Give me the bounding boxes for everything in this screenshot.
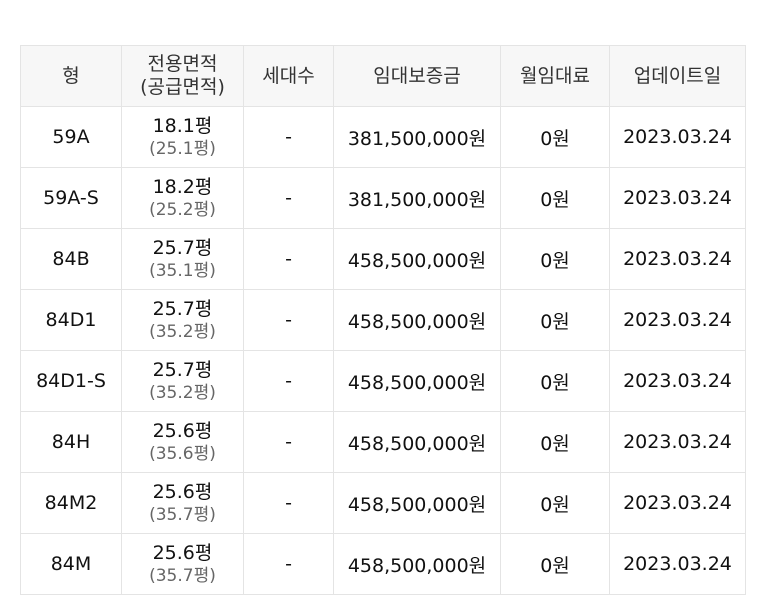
table-row: 84D1-S 25.7평 (35.2평) -458,500,000원 0원 2023.03… — [20, 350, 746, 412]
cell-type: 84H — [20, 411, 122, 473]
header-monthly-rent: 월임대료 — [500, 45, 610, 107]
cell-area: 25.7평 (35.1평) — [121, 228, 244, 290]
cell-area-exclusive: 25.6평 — [152, 480, 213, 503]
cell-area-supply: (25.2평) — [149, 199, 216, 220]
header-area-exclusive: 전용면적 — [147, 53, 218, 75]
cell-area-exclusive: 25.6평 — [152, 419, 213, 442]
header-area: 전용면적 (공급면적) — [121, 45, 244, 107]
cell-update-date: 2023.03.24 — [609, 533, 746, 595]
cell-area: 25.6평 (35.7평) — [121, 533, 244, 595]
table-row: 84M2 25.6평 (35.7평) -458,500,000원 0원 2023.03.2… — [20, 472, 746, 534]
cell-area-supply: (35.7평) — [149, 565, 216, 586]
cell-households: - — [243, 472, 334, 534]
cell-households: - — [243, 228, 334, 290]
table-row: 59A 18.1평 (25.1평) -381,500,000원 0원 2023.03.24 — [20, 106, 746, 168]
cell-type: 84B — [20, 228, 122, 290]
table-row: 84M 25.6평 (35.7평) -458,500,000원 0원 2023.03.24 — [20, 533, 746, 595]
cell-households: - — [243, 533, 334, 595]
header-row: 형 전용면적 (공급면적) 세대수 임대보증금 월임대료 업데이트일 — [20, 45, 746, 107]
cell-monthly-rent: 0원 — [500, 289, 610, 351]
cell-update-date: 2023.03.24 — [609, 167, 746, 229]
cell-area-supply: (35.1평) — [149, 260, 216, 281]
header-area-supply: (공급면적) — [140, 76, 225, 98]
cell-monthly-rent: 0원 — [500, 472, 610, 534]
cell-monthly-rent: 0원 — [500, 350, 610, 412]
cell-households: - — [243, 106, 334, 168]
cell-deposit: 458,500,000원 — [333, 472, 501, 534]
cell-area-supply: (35.2평) — [149, 321, 216, 342]
cell-deposit: 458,500,000원 — [333, 411, 501, 473]
cell-deposit: 381,500,000원 — [333, 106, 501, 168]
cell-area: 18.2평 (25.2평) — [121, 167, 244, 229]
header-update-date: 업데이트일 — [609, 45, 746, 107]
cell-area-exclusive: 25.7평 — [152, 236, 213, 259]
cell-monthly-rent: 0원 — [500, 228, 610, 290]
cell-area: 25.6평 (35.7평) — [121, 472, 244, 534]
cell-area-supply: (35.2평) — [149, 382, 216, 403]
rental-price-table-container: 형 전용면적 (공급면적) 세대수 임대보증금 월임대료 업데이트일 59A 18… — [20, 45, 746, 595]
table-row: 59A-S 18.2평 (25.2평) -381,500,000원 0원 2023.03.… — [20, 167, 746, 229]
cell-area-supply: (35.6평) — [149, 443, 216, 464]
table-header: 형 전용면적 (공급면적) 세대수 임대보증금 월임대료 업데이트일 — [20, 45, 746, 107]
cell-deposit: 458,500,000원 — [333, 289, 501, 351]
cell-area: 25.7평 (35.2평) — [121, 289, 244, 351]
cell-area-exclusive: 18.2평 — [152, 175, 213, 198]
cell-type: 84M2 — [20, 472, 122, 534]
cell-area: 18.1평 (25.1평) — [121, 106, 244, 168]
cell-update-date: 2023.03.24 — [609, 106, 746, 168]
cell-households: - — [243, 411, 334, 473]
cell-update-date: 2023.03.24 — [609, 350, 746, 412]
cell-area-supply: (35.7평) — [149, 504, 216, 525]
cell-deposit: 381,500,000원 — [333, 167, 501, 229]
cell-households: - — [243, 350, 334, 412]
cell-type: 84D1-S — [20, 350, 122, 412]
table-body: 59A 18.1평 (25.1평) -381,500,000원 0원 2023.03.24… — [20, 106, 746, 595]
cell-type: 84D1 — [20, 289, 122, 351]
cell-monthly-rent: 0원 — [500, 533, 610, 595]
cell-update-date: 2023.03.24 — [609, 472, 746, 534]
table-row: 84B 25.7평 (35.1평) -458,500,000원 0원 2023.03.24 — [20, 228, 746, 290]
cell-households: - — [243, 289, 334, 351]
table-row: 84D1 25.7평 (35.2평) -458,500,000원 0원 2023.03.2… — [20, 289, 746, 351]
rental-price-table: 형 전용면적 (공급면적) 세대수 임대보증금 월임대료 업데이트일 59A 18… — [20, 45, 746, 595]
cell-area-exclusive: 25.7평 — [152, 358, 213, 381]
header-deposit: 임대보증금 — [333, 45, 501, 107]
cell-area-exclusive: 18.1평 — [152, 114, 213, 137]
header-type: 형 — [20, 45, 122, 107]
table-row: 84H 25.6평 (35.6평) -458,500,000원 0원 2023.03.24 — [20, 411, 746, 473]
cell-type: 59A — [20, 106, 122, 168]
cell-monthly-rent: 0원 — [500, 411, 610, 473]
cell-monthly-rent: 0원 — [500, 167, 610, 229]
cell-area-exclusive: 25.7평 — [152, 297, 213, 320]
cell-households: - — [243, 167, 334, 229]
cell-update-date: 2023.03.24 — [609, 228, 746, 290]
cell-area: 25.6평 (35.6평) — [121, 411, 244, 473]
cell-area-supply: (25.1평) — [149, 138, 216, 159]
cell-deposit: 458,500,000원 — [333, 350, 501, 412]
cell-area-exclusive: 25.6평 — [152, 541, 213, 564]
cell-type: 59A-S — [20, 167, 122, 229]
cell-update-date: 2023.03.24 — [609, 289, 746, 351]
cell-deposit: 458,500,000원 — [333, 533, 501, 595]
cell-area: 25.7평 (35.2평) — [121, 350, 244, 412]
cell-update-date: 2023.03.24 — [609, 411, 746, 473]
cell-type: 84M — [20, 533, 122, 595]
cell-deposit: 458,500,000원 — [333, 228, 501, 290]
header-households: 세대수 — [243, 45, 334, 107]
cell-monthly-rent: 0원 — [500, 106, 610, 168]
